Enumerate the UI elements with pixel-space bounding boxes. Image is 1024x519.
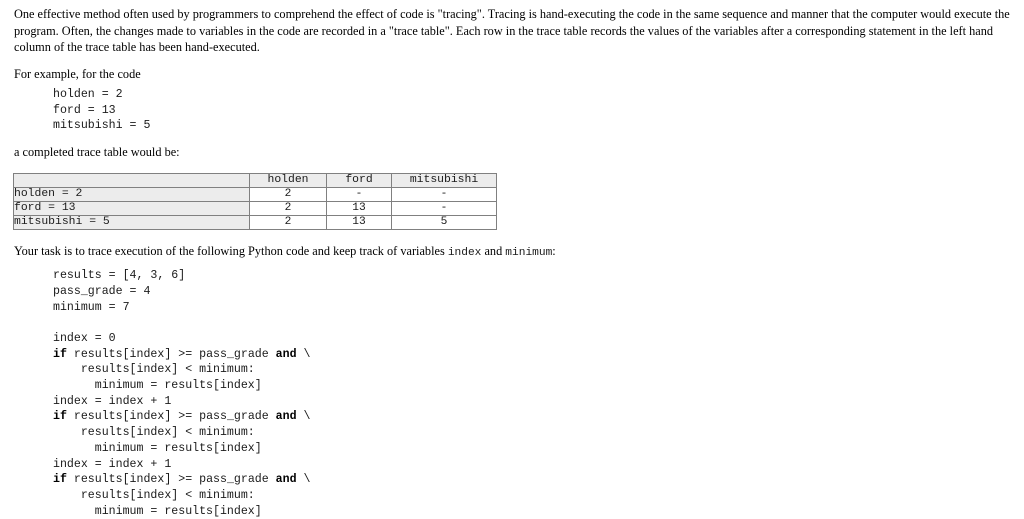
column-header-ford: ford: [326, 172, 392, 188]
code-line: index = index + 1: [53, 457, 1024, 473]
code-text: \: [296, 410, 311, 424]
code-line: if results[index] >= pass_grade and \: [53, 472, 1024, 488]
row-statement: holden = 2: [13, 186, 250, 202]
example-code-block: holden = 2 ford = 13 mitsubishi = 5: [53, 88, 151, 133]
row-value-holden: 2: [249, 214, 327, 230]
code-line: index = index + 1: [53, 394, 1024, 410]
code-line: results[index] < minimum:: [53, 488, 1024, 504]
code-line: results = [4, 3, 6]: [53, 268, 1024, 284]
task-text-middle: and: [481, 243, 506, 258]
task-text-before: Your task is to trace execution of the f…: [14, 243, 448, 258]
code-line: if results[index] >= pass_grade and \: [53, 409, 1024, 425]
task-instruction: Your task is to trace execution of the f…: [0, 243, 1024, 262]
code-line: minimum = results[index]: [53, 441, 1024, 457]
column-header-statement: [13, 172, 250, 188]
code-line: minimum = results[index]: [53, 378, 1024, 394]
code-text: minimum = results[index]: [53, 441, 262, 455]
code-keyword: and: [275, 347, 297, 361]
python-code-block: results = [4, 3, 6] pass_grade = 4 minimum…: [0, 268, 1024, 519]
code-text: minimum = 7: [53, 300, 130, 314]
code-text: results[index] < minimum:: [53, 363, 255, 377]
table-row: ford = 13 2 13 -: [13, 200, 497, 216]
code-keyword: if: [53, 473, 67, 487]
code-line: pass_grade = 4: [53, 284, 1024, 300]
code-keyword: if: [53, 410, 67, 424]
code-keyword: and: [275, 410, 297, 424]
task-variable-minimum: minimum: [505, 246, 553, 259]
code-text: results[index] < minimum:: [53, 488, 255, 502]
code-keyword: if: [53, 347, 67, 361]
trace-table-body: holden = 2 2 - - ford = 13 2 13 - mitsub…: [13, 186, 497, 230]
code-text: index = index + 1: [53, 457, 172, 471]
code-text: results[index] >= pass_grade: [66, 347, 276, 361]
row-value-ford: 13: [326, 200, 392, 216]
row-statement: mitsubishi = 5: [13, 214, 250, 230]
table-lead-text: a completed trace table would be:: [14, 145, 180, 160]
column-header-holden: holden: [249, 172, 327, 188]
code-text: \: [296, 347, 311, 361]
code-line: minimum = 7: [53, 300, 1024, 316]
trace-table: holden ford mitsubishi holden = 2 2 - - …: [13, 172, 497, 230]
row-value-ford: 13: [326, 214, 392, 230]
row-statement: ford = 13: [13, 200, 250, 216]
row-value-ford: -: [326, 186, 392, 202]
row-value-mitsubishi: -: [391, 200, 497, 216]
trace-table-container: holden ford mitsubishi holden = 2 2 - - …: [0, 172, 1024, 230]
code-text: results[index] < minimum:: [53, 426, 255, 440]
row-value-mitsubishi: -: [391, 186, 497, 202]
table-row: holden = 2 2 - -: [13, 186, 497, 202]
column-header-mitsubishi: mitsubishi: [391, 172, 497, 188]
code-line: minimum = results[index]: [53, 504, 1024, 519]
trace-table-header: holden ford mitsubishi: [13, 172, 497, 188]
code-text: results[index] >= pass_grade: [66, 410, 276, 424]
code-line: results[index] < minimum:: [53, 362, 1024, 378]
code-line: results[index] < minimum:: [53, 425, 1024, 441]
intro-paragraph: One effective method often used by progr…: [14, 7, 1010, 54]
task-variable-index: index: [447, 246, 482, 259]
task-text-after: :: [552, 243, 556, 258]
code-text: minimum = results[index]: [53, 379, 262, 393]
tracing-exercise-page: One effective method often used by progr…: [0, 0, 1024, 518]
code-text: minimum = results[index]: [53, 504, 262, 518]
table-row: mitsubishi = 5 2 13 5: [13, 214, 497, 230]
code-text: pass_grade = 4: [53, 284, 151, 298]
code-keyword: and: [275, 473, 297, 487]
table-header-row: holden ford mitsubishi: [13, 172, 497, 188]
code-line: if results[index] >= pass_grade and \: [53, 347, 1024, 363]
code-text: index = index + 1: [53, 394, 172, 408]
code-text: results = [4, 3, 6]: [53, 269, 186, 283]
code-text: \: [296, 473, 311, 487]
row-value-holden: 2: [249, 186, 327, 202]
row-value-mitsubishi: 5: [391, 214, 497, 230]
example-lead-text: For example, for the code: [14, 66, 141, 81]
row-value-holden: 2: [249, 200, 327, 216]
code-text: index = 0: [53, 331, 116, 345]
code-line: index = 0: [53, 331, 1024, 347]
code-text: results[index] >= pass_grade: [66, 473, 276, 487]
